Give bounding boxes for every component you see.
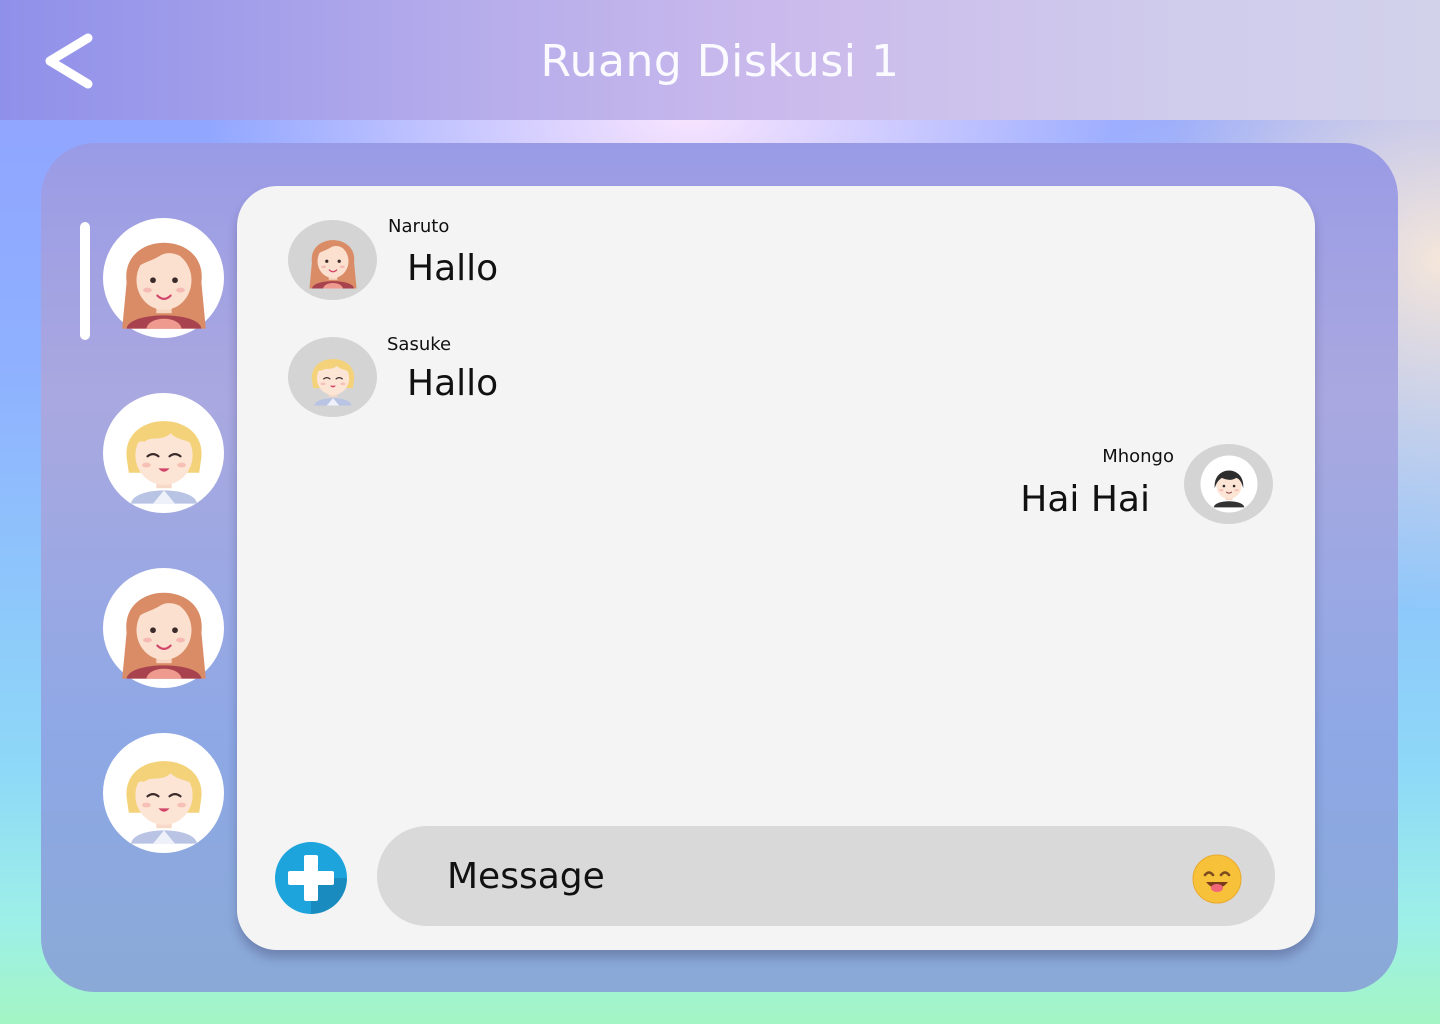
message-avatar <box>288 220 377 300</box>
message-text: Hai Hai <box>1020 479 1150 520</box>
message-avatar <box>1184 444 1273 524</box>
sidebar-item-avatar-1[interactable] <box>103 218 224 338</box>
add-attachment-button[interactable] <box>274 841 348 915</box>
smiley-emoji-icon <box>1192 854 1242 904</box>
active-indicator <box>80 222 90 340</box>
dark-hair-boy-avatar <box>1199 455 1258 513</box>
sidebar-item-avatar-2[interactable] <box>103 393 224 513</box>
blond-boy-avatar <box>124 420 203 505</box>
message-sender: Naruto <box>388 216 450 237</box>
message-input-container <box>377 826 1275 926</box>
page-title: Ruang Diskusi 1 <box>540 36 900 87</box>
sidebar-item-avatar-4[interactable] <box>103 733 224 853</box>
message-sender: Mhongo <box>1102 446 1174 467</box>
header-bar: Ruang Diskusi 1 <box>0 0 1440 120</box>
sidebar-item-avatar-3[interactable] <box>103 568 224 688</box>
message-sender: Sasuke <box>387 334 452 355</box>
blond-boy-avatar <box>310 358 355 407</box>
plus-icon <box>275 842 347 914</box>
message-avatar <box>288 337 377 417</box>
blond-boy-avatar <box>124 759 203 845</box>
girl-avatar <box>120 591 207 680</box>
message-text: Hallo <box>407 363 499 404</box>
message-text: Hallo <box>407 248 499 289</box>
girl-avatar <box>308 239 357 290</box>
message-input[interactable] <box>447 851 1167 901</box>
girl-avatar <box>120 241 207 330</box>
emoji-button[interactable] <box>1192 854 1242 904</box>
